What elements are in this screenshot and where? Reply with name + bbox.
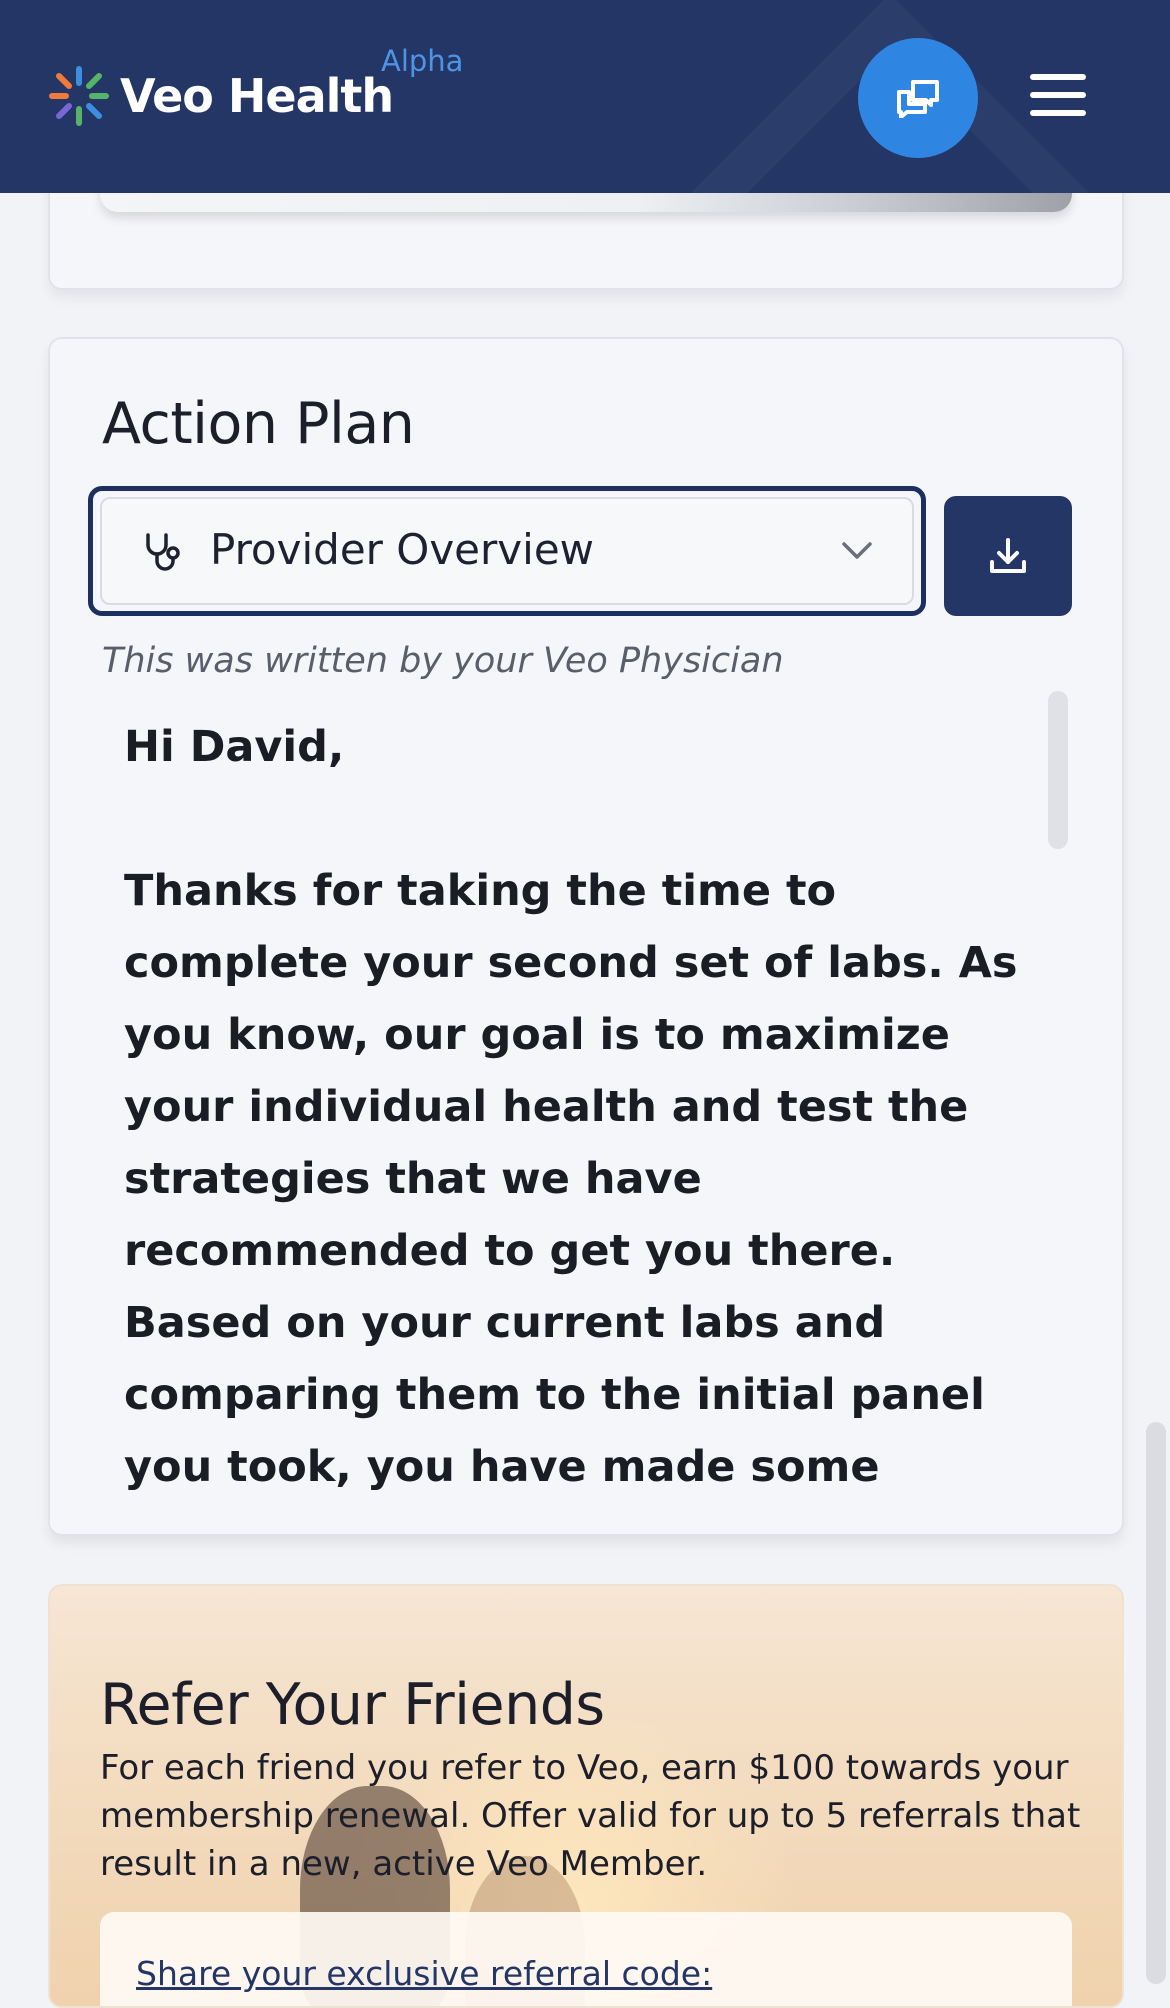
app-header: Veo Health Alpha (0, 0, 1170, 193)
chevron-down-icon (842, 542, 872, 559)
chat-button[interactable] (858, 38, 978, 158)
author-note: This was written by your Veo Physician (102, 641, 784, 681)
referral-code-box[interactable]: Share your exclusive referral code: (100, 1912, 1072, 2006)
brand-badge: Alpha (381, 44, 464, 78)
brand-logo[interactable]: Veo Health Alpha (46, 44, 463, 132)
action-plan-view-select[interactable]: Provider Overview (100, 497, 914, 605)
letter-text: Hi David, Thanks for taking the time to … (124, 711, 1036, 1491)
physician-letter[interactable]: Hi David, Thanks for taking the time to … (124, 711, 1064, 1491)
stethoscope-icon (146, 533, 180, 571)
menu-line-icon (1030, 110, 1086, 116)
chat-bubbles-icon (897, 80, 939, 118)
menu-line-icon (1030, 92, 1086, 98)
brand-name: Veo Health (120, 69, 394, 123)
hamburger-menu-button[interactable] (1030, 70, 1092, 120)
letter-body: Thanks for taking the time to complete y… (124, 866, 1018, 1491)
letter-greeting: Hi David, (124, 722, 345, 772)
selected-view-label: Provider Overview (210, 525, 595, 574)
action-plan-title: Action Plan (102, 391, 415, 457)
refer-friends-card: Refer Your Friends For each friend you r… (48, 1584, 1124, 2008)
veo-health-logo-icon (49, 66, 109, 126)
referral-code-link[interactable]: Share your exclusive referral code: (136, 1954, 712, 1993)
action-plan-card: Action Plan Provider Overview This was w… (48, 337, 1124, 1536)
menu-line-icon (1030, 74, 1086, 80)
refer-description: For each friend you refer to Veo, earn $… (100, 1748, 1081, 1884)
download-icon (990, 538, 1026, 573)
letter-scrollbar[interactable] (1048, 691, 1068, 849)
page-scrollbar[interactable] (1146, 1422, 1166, 1984)
download-button[interactable] (944, 496, 1072, 616)
refer-title: Refer Your Friends (100, 1672, 605, 1738)
